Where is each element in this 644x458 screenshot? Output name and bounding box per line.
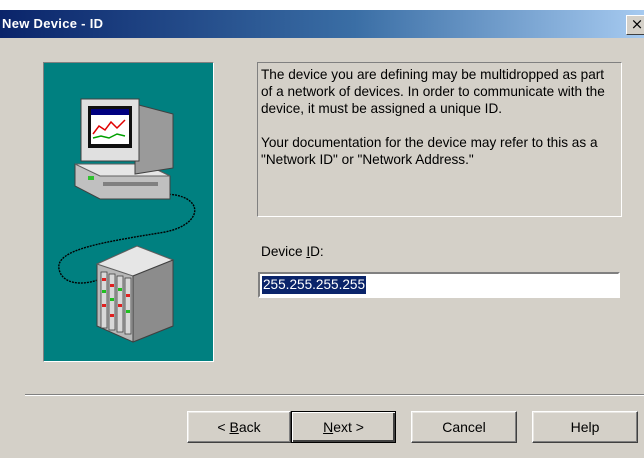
next-button[interactable]: Next > <box>291 411 396 443</box>
window-title: New Device - ID <box>2 16 104 31</box>
window-top-edge <box>0 0 644 10</box>
help-button[interactable]: Help <box>532 411 638 443</box>
separator-line-highlight <box>25 395 644 396</box>
description-paragraph-1: The device you are defining may be multi… <box>261 67 605 116</box>
network-device-illustration <box>43 62 214 362</box>
cancel-button[interactable]: Cancel <box>411 411 517 443</box>
device-id-value: 255.255.255.255 <box>262 276 367 294</box>
computer-rack-icon <box>58 98 196 343</box>
device-id-input[interactable]: 255.255.255.255 <box>258 272 620 298</box>
back-button[interactable]: < Back <box>187 411 291 443</box>
title-bar[interactable]: New Device - ID <box>0 10 644 38</box>
close-button[interactable]: × <box>626 15 644 35</box>
close-icon: × <box>630 15 644 33</box>
device-id-label: Device ID: <box>261 244 324 259</box>
description-panel: The device you are defining may be multi… <box>257 62 622 217</box>
description-paragraph-2: Your documentation for the device may re… <box>261 135 598 167</box>
